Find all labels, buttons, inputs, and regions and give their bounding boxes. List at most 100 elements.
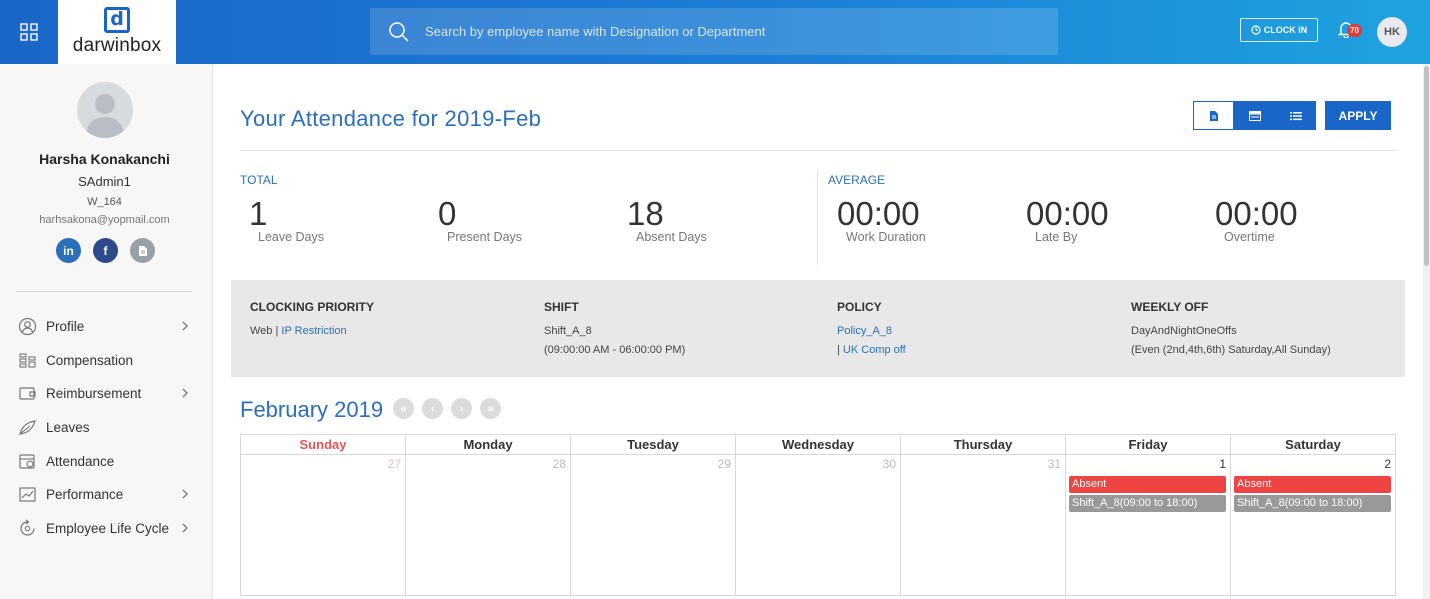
- chevron-right-icon: [182, 523, 188, 533]
- title-divider: [240, 150, 1397, 151]
- average-section-label: AVERAGE: [828, 173, 886, 187]
- stat-overtime: 00:00 Overtime: [1215, 196, 1298, 245]
- calendar-week-row: 27 28 29 30 31 1 Absent Shift_A_8(09:00 …: [241, 455, 1396, 596]
- weekday-thursday: Thursday: [901, 435, 1066, 455]
- stat-leave-days: 1 Leave Days: [249, 196, 324, 245]
- profile-avatar[interactable]: [77, 82, 133, 138]
- prev-month-button[interactable]: ‹: [422, 398, 443, 419]
- attendance-icon: [19, 454, 35, 469]
- weekday-monday: Monday: [406, 435, 571, 455]
- sidebar-item-employee-life-cycle[interactable]: Employee Life Cycle: [0, 512, 209, 546]
- calendar-day-cell[interactable]: 27: [241, 455, 406, 596]
- policy-link[interactable]: Policy_A_8: [837, 325, 892, 337]
- day-number: 1: [1219, 457, 1226, 471]
- shift-event[interactable]: Shift_A_8(09:00 to 18:00): [1234, 495, 1391, 512]
- leaves-icon: [19, 420, 36, 435]
- shift-event[interactable]: Shift_A_8(09:00 to 18:00): [1069, 495, 1226, 512]
- attendance-calendar: Sunday Monday Tuesday Wednesday Thursday…: [240, 434, 1396, 596]
- reimbursement-icon: [19, 387, 36, 401]
- darwinbox-logo[interactable]: d darwinbox: [58, 0, 176, 64]
- calendar-day-cell[interactable]: 31: [901, 455, 1066, 596]
- apps-grid-button[interactable]: [0, 0, 58, 64]
- user-avatar[interactable]: HK: [1377, 17, 1407, 47]
- list-icon: [1289, 111, 1302, 120]
- sidebar-divider: [16, 291, 192, 292]
- weekly-off-detail: (Even (2nd,4th,6th) Saturday,All Sunday): [1131, 344, 1331, 356]
- clock-in-button[interactable]: CLOCK IN: [1240, 18, 1318, 42]
- profile-name: Harsha Konakanchi: [39, 151, 170, 167]
- sidebar-menu: Profile Compensation Reimbursement Leave…: [0, 310, 209, 545]
- sidebar-item-label: Leaves: [46, 420, 90, 436]
- stat-present-days: 0 Present Days: [438, 195, 522, 245]
- sidebar-item-performance[interactable]: Performance: [0, 478, 209, 512]
- policy-section: POLICY Policy_A_8 | UK Comp off: [837, 300, 906, 360]
- stat-label: Overtime: [1224, 230, 1275, 244]
- calendar-day-cell[interactable]: 30: [736, 455, 901, 596]
- calendar-day-cell[interactable]: 1 Absent Shift_A_8(09:00 to 18:00): [1066, 455, 1231, 596]
- calendar-month-title: February 2019: [240, 397, 384, 422]
- calendar-icon: [1248, 110, 1261, 121]
- social-links: in f: [56, 238, 155, 263]
- day-number: 29: [717, 457, 731, 471]
- scrollbar-thumb[interactable]: [1424, 66, 1429, 266]
- weekday-sunday: Sunday: [241, 435, 406, 455]
- linkedin-icon[interactable]: in: [56, 238, 81, 263]
- info-value: Web | IP Restriction: [250, 322, 374, 341]
- page-scrollbar[interactable]: [1423, 64, 1430, 599]
- document-view-button[interactable]: [1193, 101, 1234, 130]
- sidebar-item-leaves[interactable]: Leaves: [0, 411, 209, 445]
- stat-label: Late By: [1035, 230, 1078, 244]
- calendar-day-cell[interactable]: 29: [571, 455, 736, 596]
- stat-label: Work Duration: [846, 230, 926, 244]
- separator: |: [275, 325, 279, 337]
- list-view-button[interactable]: [1275, 101, 1316, 130]
- stat-value: 0: [438, 195, 457, 232]
- info-heading: POLICY: [837, 300, 882, 314]
- weekly-off-name: DayAndNightOneOffs: [1131, 325, 1237, 337]
- sidebar-item-attendance[interactable]: Attendance: [0, 444, 209, 478]
- view-toggle-group: [1193, 101, 1316, 130]
- calendar-day-cell[interactable]: 28: [406, 455, 571, 596]
- calendar-day-cell[interactable]: 2 Absent Shift_A_8(09:00 to 18:00): [1231, 455, 1396, 596]
- person-placeholder-icon: [85, 94, 125, 138]
- compensation-icon: [19, 353, 36, 368]
- absent-event[interactable]: Absent: [1069, 476, 1226, 493]
- sidebar: Harsha Konakanchi SAdmin1 W_164 harhsako…: [0, 64, 213, 599]
- calendar-view-button[interactable]: [1234, 101, 1275, 130]
- stat-work-duration: 00:00 Work Duration: [837, 196, 926, 245]
- stat-absent-days: 18 Absent Days: [627, 196, 707, 245]
- sidebar-item-label: Compensation: [46, 352, 134, 368]
- apply-button[interactable]: APPLY: [1325, 101, 1391, 130]
- document-icon: [1209, 110, 1218, 121]
- notification-count-badge: 70: [1347, 24, 1362, 37]
- clocking-priority-section: CLOCKING PRIORITY Web | IP Restriction: [250, 300, 374, 341]
- document-icon[interactable]: [130, 238, 155, 263]
- search-bar: [370, 8, 1058, 55]
- main-content: Your Attendance for 2019-Feb APPLY TOTAL…: [213, 64, 1423, 599]
- shift-section: SHIFT Shift_A_8 (09:00:00 AM - 06:00:00 …: [544, 300, 685, 360]
- search-icon: [389, 21, 409, 42]
- sidebar-item-profile[interactable]: Profile: [0, 310, 209, 344]
- next-year-button[interactable]: »: [480, 398, 501, 419]
- search-input[interactable]: [425, 24, 1025, 39]
- calendar-nav: « ‹ › »: [393, 398, 501, 419]
- sidebar-item-label: Profile: [46, 319, 85, 335]
- info-heading: WEEKLY OFF: [1131, 300, 1209, 314]
- ip-restriction-link[interactable]: IP Restriction: [281, 325, 346, 337]
- info-heading: CLOCKING PRIORITY: [250, 300, 375, 314]
- sidebar-item-reimbursement[interactable]: Reimbursement: [0, 377, 209, 411]
- weekday-friday: Friday: [1066, 435, 1231, 455]
- sidebar-item-compensation[interactable]: Compensation: [0, 344, 209, 378]
- prev-year-button[interactable]: «: [393, 398, 414, 419]
- separator: |: [837, 344, 840, 356]
- comp-off-link[interactable]: UK Comp off: [843, 344, 906, 356]
- facebook-icon[interactable]: f: [93, 238, 118, 263]
- notifications-button[interactable]: 70: [1338, 20, 1364, 42]
- next-month-button[interactable]: ›: [451, 398, 472, 419]
- profile-icon: [18, 318, 37, 336]
- shift-name: Shift_A_8: [544, 325, 592, 337]
- chevron-right-icon: [182, 489, 188, 499]
- total-section-label: TOTAL: [240, 173, 278, 187]
- top-bar: d darwinbox CLOCK IN 70 HK: [0, 0, 1430, 64]
- absent-event[interactable]: Absent: [1234, 476, 1391, 493]
